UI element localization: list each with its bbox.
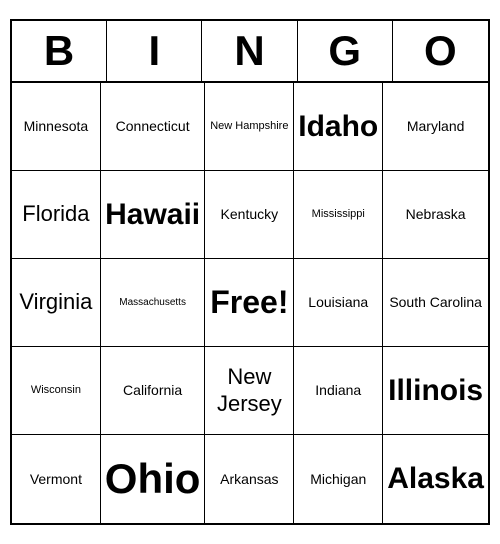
bingo-cell: Minnesota — [12, 83, 101, 171]
bingo-cell: Maryland — [383, 83, 488, 171]
bingo-cell: Alaska — [383, 435, 488, 523]
bingo-cell: South Carolina — [383, 259, 488, 347]
bingo-card: BINGO MinnesotaConnecticutNew HampshireI… — [10, 19, 490, 525]
bingo-cell: Idaho — [294, 83, 383, 171]
bingo-cell: New Jersey — [205, 347, 294, 435]
bingo-cell: Nebraska — [383, 171, 488, 259]
bingo-grid: MinnesotaConnecticutNew HampshireIdahoMa… — [12, 83, 488, 523]
header-letter: I — [107, 21, 202, 81]
header-letter: N — [202, 21, 297, 81]
bingo-cell: Virginia — [12, 259, 101, 347]
bingo-cell: Kentucky — [205, 171, 294, 259]
header-letter: O — [393, 21, 488, 81]
bingo-cell: Indiana — [294, 347, 383, 435]
bingo-cell: Vermont — [12, 435, 101, 523]
bingo-cell: Michigan — [294, 435, 383, 523]
bingo-cell: Illinois — [383, 347, 488, 435]
bingo-cell: Louisiana — [294, 259, 383, 347]
bingo-cell: California — [101, 347, 206, 435]
bingo-cell: Ohio — [101, 435, 206, 523]
bingo-cell: Massachusetts — [101, 259, 206, 347]
bingo-cell: Arkansas — [205, 435, 294, 523]
bingo-cell: Hawaii — [101, 171, 206, 259]
bingo-cell: Wisconsin — [12, 347, 101, 435]
bingo-cell: Free! — [205, 259, 294, 347]
header-letter: G — [298, 21, 393, 81]
bingo-cell: New Hampshire — [205, 83, 294, 171]
bingo-cell: Mississippi — [294, 171, 383, 259]
bingo-header: BINGO — [12, 21, 488, 83]
header-letter: B — [12, 21, 107, 81]
bingo-cell: Connecticut — [101, 83, 206, 171]
bingo-cell: Florida — [12, 171, 101, 259]
